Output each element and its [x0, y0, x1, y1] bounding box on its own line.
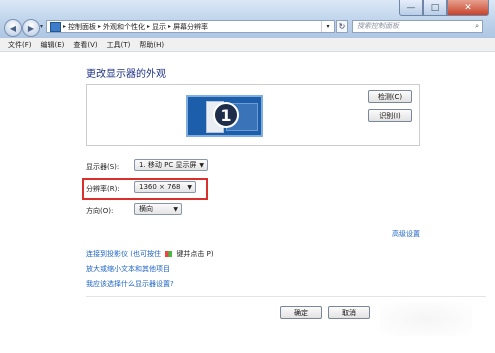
identify-button[interactable]: 识别(I)	[368, 109, 412, 122]
refresh-icon: ↻	[338, 22, 346, 31]
display-select[interactable]: 1. 移动 PC 显示屏 ▼	[134, 159, 208, 171]
menu-bar: 文件(F) 编辑(E) 查看(V) 工具(T) 帮助(H)	[0, 38, 495, 52]
breadcrumb-appearance[interactable]: 外观和个性化	[103, 22, 145, 32]
breadcrumb-separator: ▸	[98, 23, 102, 30]
maximize-button[interactable]: □	[423, 0, 447, 16]
back-button[interactable]: ◀	[4, 19, 22, 37]
display-label: 显示器(S):	[86, 163, 120, 171]
menu-file[interactable]: 文件(F)	[8, 40, 32, 50]
forward-button[interactable]: ▶	[22, 19, 40, 37]
resolution-select-value: 1360 × 768	[139, 183, 181, 191]
orientation-label: 方向(O):	[86, 207, 114, 215]
breadcrumb-separator: ▸	[147, 23, 151, 30]
recent-pages-dropdown[interactable]: ▾	[40, 23, 43, 30]
control-panel-icon	[50, 21, 61, 32]
search-input[interactable]: 搜索控制面板 ⌕	[352, 20, 483, 33]
resolution-label: 分辨率(R):	[86, 185, 120, 193]
blurred-region	[380, 302, 472, 336]
menu-help[interactable]: 帮助(H)	[139, 40, 164, 50]
breadcrumb-display[interactable]: 显示	[152, 22, 166, 32]
windows-logo-icon	[165, 251, 173, 257]
monitor-number-badge: 1	[213, 102, 239, 128]
cancel-button[interactable]: 取消	[328, 306, 370, 319]
search-placeholder: 搜索控制面板	[357, 22, 399, 30]
detect-button[interactable]: 检测(C)	[368, 90, 412, 103]
ok-button[interactable]: 确定	[280, 306, 322, 319]
orientation-select-value: 横向	[139, 205, 153, 213]
orientation-select[interactable]: 横向 ▼	[134, 203, 182, 215]
arrow-left-icon: ◀	[9, 23, 17, 33]
text-size-link[interactable]: 放大或缩小文本和其他项目	[86, 264, 170, 274]
menu-tools[interactable]: 工具(T)	[107, 40, 131, 50]
menu-view[interactable]: 查看(V)	[73, 40, 97, 50]
dropdown-arrow-icon: ▼	[173, 205, 178, 213]
connect-projector-suffix: 键并点击 P)	[176, 250, 214, 258]
minimize-button[interactable]: —	[399, 0, 423, 16]
address-dropdown[interactable]: ▾	[321, 21, 334, 32]
connect-projector-link[interactable]: 连接到投影仪 (也可按住 键并点击 P)	[86, 249, 214, 259]
breadcrumb-separator: ▸	[168, 23, 172, 30]
dropdown-arrow-icon: ▼	[187, 183, 192, 191]
window-controls: — □ ✕	[399, 0, 489, 16]
connect-projector-text: 连接到投影仪 (也可按住	[86, 250, 161, 258]
page-title: 更改显示器的外观	[86, 69, 166, 80]
advanced-settings-link[interactable]: 高级设置	[392, 229, 420, 239]
chevron-down-icon: ▾	[40, 23, 44, 30]
menu-edit[interactable]: 编辑(E)	[41, 40, 65, 50]
close-button[interactable]: ✕	[447, 0, 489, 16]
arrow-right-icon: ▶	[27, 23, 35, 33]
resolution-select[interactable]: 1360 × 768 ▼	[134, 181, 196, 193]
dropdown-arrow-icon: ▼	[199, 161, 204, 169]
breadcrumb-control-panel[interactable]: 控制面板	[68, 22, 96, 32]
monitor-1-thumbnail[interactable]: 1	[186, 95, 263, 137]
breadcrumb-separator: ▸	[63, 23, 67, 30]
display-select-value: 1. 移动 PC 显示屏	[139, 161, 197, 169]
refresh-button[interactable]: ↻	[336, 20, 348, 33]
search-icon[interactable]: ⌕	[475, 21, 479, 32]
address-bar[interactable]: ▸ 控制面板 ▸ 外观和个性化 ▸ 显示 ▸ 屏幕分辨率 ▾	[46, 20, 335, 33]
breadcrumb-resolution[interactable]: 屏幕分辨率	[173, 22, 208, 32]
display-settings-help-link[interactable]: 我应该选择什么显示器设置?	[86, 279, 174, 289]
divider	[86, 296, 486, 297]
